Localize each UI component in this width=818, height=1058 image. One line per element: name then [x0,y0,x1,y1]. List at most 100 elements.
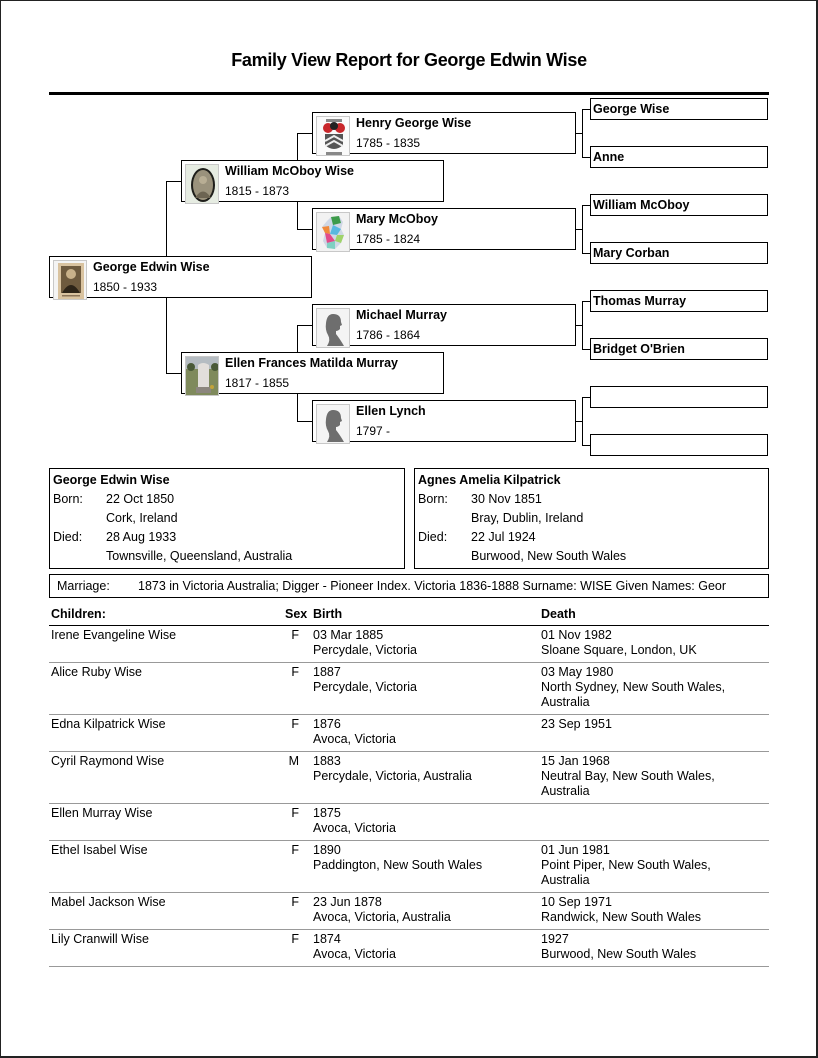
pedigree-box-great-grandparent[interactable]: Mary Corban [590,242,768,264]
child-death [541,806,544,821]
child-birth: 1874 Avoca, Victoria [313,932,396,962]
pedigree-box-maternal-grandmother[interactable]: Ellen Lynch 1797 - [312,400,576,444]
birth-place: Avoca, Victoria [313,947,396,961]
birth-place: Avoca, Victoria, Australia [313,910,451,924]
child-birth: 1875 Avoca, Victoria [313,806,396,836]
coat-of-arms-image [316,116,350,156]
child-death: 15 Jan 1968 Neutral Bay, New South Wales,… [541,754,715,799]
death-date: 03 May 1980 [541,665,614,679]
child-death: 10 Sep 1971 Randwick, New South Wales [541,895,701,925]
child-name: Lily Cranwill Wise [51,932,149,946]
sepia-portrait-photo [53,260,87,300]
died-date: 22 Jul 1924 [471,530,536,544]
pedigree-box-maternal-grandfather[interactable]: Michael Murray 1786 - 1864 [312,304,576,348]
children-table-header: Children: Sex Birth Death [49,606,769,626]
child-row[interactable]: Ellen Murray Wise F 1875 Avoca, Victoria [49,804,769,841]
pedigree-box-great-grandparent[interactable]: William McOboy [590,194,768,216]
birth-place: Percydale, Victoria [313,680,417,694]
died-place: Townsville, Queensland, Australia [106,549,293,563]
husband-details: George Edwin Wise Born: 22 Oct 1850 Cork,… [49,468,405,569]
death-place: North Sydney, New South Wales, Australia [541,680,726,709]
child-death: 1927 Burwood, New South Wales [541,932,696,962]
child-row[interactable]: Ethel Isabel Wise F 1890 Paddington, New So… [49,841,769,893]
born-label: Born: [418,492,448,506]
pedigree-box-paternal-grandmother[interactable]: Mary McOboy 1785 - 1824 [312,208,576,252]
death-date: 23 Sep 1951 [541,717,612,731]
child-birth: 03 Mar 1885 Percydale, Victoria [313,628,417,658]
death-place: Sloane Square, London, UK [541,643,697,657]
marriage-label: Marriage: [57,579,110,593]
pedigree-box-great-grandparent[interactable]: Bridget O'Brien [590,338,768,360]
child-sex: F [291,665,299,679]
died-date: 28 Aug 1933 [106,530,177,544]
birth-date: 03 Mar 1885 [313,628,384,642]
child-death: 23 Sep 1951 [541,717,612,732]
birth-date: 1876 [313,717,341,731]
child-birth: 1883 Percydale, Victoria, Australia [313,754,472,784]
person-dates: 1815 - 1873 [225,184,290,198]
person-name: Ellen Frances Matilda Murray [225,356,398,370]
child-name: Ethel Isabel Wise [51,843,148,857]
person-dates: 1797 - [356,424,391,438]
person-dates: 1785 - 1835 [356,136,421,150]
pedigree-box-great-grandparent[interactable]: Anne [590,146,768,168]
child-row[interactable]: Cyril Raymond Wise M 1883 Percydale, Victor… [49,752,769,804]
report-title: Family View Report for George Edwin Wise [231,50,587,70]
birth-date: 1874 [313,932,341,946]
child-birth: 1887 Percydale, Victoria [313,665,417,695]
person-name: Mary Corban [593,246,670,260]
marriage-info: Marriage: 1873 in Victoria Australia; Di… [49,574,769,598]
pedigree-box-great-grandparent[interactable]: George Wise [590,98,768,120]
child-death: 01 Jun 1981 Point Piper, New South Wales,… [541,843,711,888]
pedigree-box-paternal-grandfather[interactable]: Henry George Wise 1785 - 1835 [312,112,576,156]
birth-date: 1890 [313,843,341,857]
header-death: Death [541,607,576,621]
died-label: Died: [53,530,83,544]
person-name: Anne [593,150,625,164]
child-birth: 23 Jun 1878 Avoca, Victoria, Australia [313,895,451,925]
person-name: William McOboy [593,198,690,212]
person-dates: 1817 - 1855 [225,376,290,390]
child-death: 01 Nov 1982 Sloane Square, London, UK [541,628,697,658]
child-death: 03 May 1980 North Sydney, New South Wales… [541,665,725,710]
death-date: 10 Sep 1971 [541,895,612,909]
header-children: Children: [51,607,106,621]
death-place: Randwick, New South Wales [541,910,702,924]
pedigree-box-great-grandparent[interactable]: Thomas Murray [590,290,768,312]
birth-date: 1887 [313,665,341,679]
pedigree-box-father[interactable]: William McOboy Wise 1815 - 1873 [181,160,444,204]
children-table: Children: Sex Birth Death Irene Evangeli… [49,606,769,967]
born-place: Bray, Dublin, Ireland [471,511,584,525]
headstone-photo [185,356,219,396]
person-name: William McOboy Wise [225,164,354,178]
child-name: Alice Ruby Wise [51,665,142,679]
died-label: Died: [418,530,448,544]
child-row[interactable]: Irene Evangeline Wise F 03 Mar 1885 Percyda… [49,626,769,663]
child-row[interactable]: Lily Cranwill Wise F 1874 Avoca, Victoria 19… [49,930,769,967]
child-sex: F [291,843,299,857]
wife-name: Agnes Amelia Kilpatrick [418,473,561,487]
person-dates: 1785 - 1824 [356,232,421,246]
child-sex: F [291,806,299,820]
birth-date: 23 Jun 1878 [313,895,382,909]
header-birth: Birth [313,607,343,621]
birth-place: Avoca, Victoria [313,821,396,835]
person-name: George Edwin Wise [93,260,210,274]
death-date: 15 Jan 1968 [541,754,610,768]
birth-date: 1883 [313,754,341,768]
child-row[interactable]: Alice Ruby Wise F 1887 Percydale, Victoria 0… [49,663,769,715]
pedigree-box-mother[interactable]: Ellen Frances Matilda Murray 1817 - 1855 [181,352,444,396]
born-place: Cork, Ireland [106,511,178,525]
pedigree-box-root[interactable]: George Edwin Wise 1850 - 1933 [49,256,312,300]
header-sex: Sex [285,607,308,621]
marriage-value: 1873 in Victoria Australia; Digger - Pio… [138,579,727,593]
child-row[interactable]: Edna Kilpatrick Wise F 1876 Avoca, Victoria… [49,715,769,752]
silhouette-placeholder-icon [316,404,350,444]
child-name: Edna Kilpatrick Wise [51,717,166,731]
pedigree-box-great-grandparent-empty[interactable] [590,386,768,408]
person-dates: 1786 - 1864 [356,328,421,342]
person-name: Ellen Lynch [356,404,426,418]
child-sex: F [291,628,299,642]
pedigree-box-great-grandparent-empty[interactable] [590,434,768,456]
child-row[interactable]: Mabel Jackson Wise F 23 Jun 1878 Avoca, Vic… [49,893,769,930]
